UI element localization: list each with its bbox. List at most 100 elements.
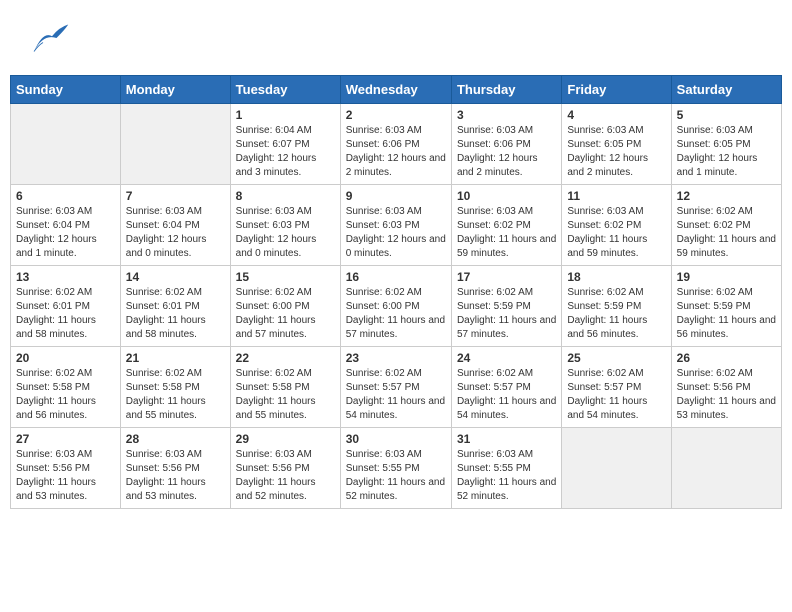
day-info: Sunrise: 6:03 AM Sunset: 6:04 PM Dayligh… [16, 205, 115, 261]
day-info: Sunrise: 6:03 AM Sunset: 6:03 PM Dayligh… [346, 205, 446, 261]
calendar-cell: 16Sunrise: 6:02 AM Sunset: 6:00 PM Dayli… [340, 266, 451, 347]
day-info: Sunrise: 6:03 AM Sunset: 5:56 PM Dayligh… [236, 448, 335, 504]
day-info: Sunrise: 6:02 AM Sunset: 6:00 PM Dayligh… [346, 286, 446, 342]
day-info: Sunrise: 6:03 AM Sunset: 6:02 PM Dayligh… [567, 205, 665, 261]
day-info: Sunrise: 6:02 AM Sunset: 5:56 PM Dayligh… [677, 367, 776, 423]
day-number: 8 [236, 189, 335, 203]
day-number: 25 [567, 351, 665, 365]
weekday-header-tuesday: Tuesday [230, 76, 340, 104]
day-number: 5 [677, 108, 776, 122]
day-number: 29 [236, 432, 335, 446]
weekday-header-sunday: Sunday [11, 76, 121, 104]
calendar-cell: 28 Sunrise: 6:03 AM Sunset: 5:56 PM Dayli… [120, 428, 230, 509]
day-number: 24 [457, 351, 556, 365]
calendar-cell [11, 104, 121, 185]
weekday-header-wednesday: Wednesday [340, 76, 451, 104]
day-info: Sunrise: 6:03 AM Sunset: 6:05 PM Dayligh… [567, 124, 665, 180]
calendar-week-4: 20Sunrise: 6:02 AM Sunset: 5:58 PM Dayli… [11, 347, 782, 428]
day-number: 6 [16, 189, 115, 203]
day-info: Sunrise: 6:03 AM Sunset: 5:56 PM Dayligh… [126, 448, 225, 504]
day-info: Sunrise: 6:02 AM Sunset: 6:02 PM Dayligh… [677, 205, 776, 261]
calendar-cell: 31 Sunrise: 6:03 AM Sunset: 5:55 PM Dayli… [451, 428, 561, 509]
day-info: Sunrise: 6:02 AM Sunset: 5:58 PM Dayligh… [236, 367, 335, 423]
day-number: 17 [457, 270, 556, 284]
weekday-header-saturday: Saturday [671, 76, 781, 104]
logo [25, 20, 74, 65]
day-info: Sunrise: 6:02 AM Sunset: 5:58 PM Dayligh… [126, 367, 225, 423]
calendar-cell: 25Sunrise: 6:02 AM Sunset: 5:57 PM Dayli… [562, 347, 671, 428]
day-number: 2 [346, 108, 446, 122]
day-number: 28 [126, 432, 225, 446]
calendar-cell: 30 Sunrise: 6:03 AM Sunset: 5:55 PM Dayli… [340, 428, 451, 509]
day-number: 14 [126, 270, 225, 284]
calendar-cell: 4 Sunrise: 6:03 AM Sunset: 6:05 PM Daylig… [562, 104, 671, 185]
day-number: 3 [457, 108, 556, 122]
day-info: Sunrise: 6:03 AM Sunset: 6:06 PM Dayligh… [457, 124, 556, 180]
calendar-table: SundayMondayTuesdayWednesdayThursdayFrid… [10, 75, 782, 509]
logo-icon [25, 20, 70, 65]
calendar-cell: 6 Sunrise: 6:03 AM Sunset: 6:04 PM Daylig… [11, 185, 121, 266]
calendar-cell: 14 Sunrise: 6:02 AM Sunset: 6:01 PM Dayli… [120, 266, 230, 347]
calendar-cell [562, 428, 671, 509]
day-number: 23 [346, 351, 446, 365]
day-number: 13 [16, 270, 115, 284]
day-info: Sunrise: 6:02 AM Sunset: 5:57 PM Dayligh… [457, 367, 556, 423]
day-number: 31 [457, 432, 556, 446]
day-info: Sunrise: 6:03 AM Sunset: 6:04 PM Dayligh… [126, 205, 225, 261]
day-info: Sunrise: 6:02 AM Sunset: 6:00 PM Dayligh… [236, 286, 335, 342]
day-number: 10 [457, 189, 556, 203]
calendar-cell: 18 Sunrise: 6:02 AM Sunset: 5:59 PM Dayli… [562, 266, 671, 347]
calendar-cell: 19Sunrise: 6:02 AM Sunset: 5:59 PM Dayli… [671, 266, 781, 347]
calendar-cell [671, 428, 781, 509]
day-info: Sunrise: 6:02 AM Sunset: 6:01 PM Dayligh… [16, 286, 115, 342]
day-number: 4 [567, 108, 665, 122]
day-number: 15 [236, 270, 335, 284]
day-info: Sunrise: 6:03 AM Sunset: 5:55 PM Dayligh… [457, 448, 556, 504]
day-number: 22 [236, 351, 335, 365]
calendar-cell [120, 104, 230, 185]
day-info: Sunrise: 6:02 AM Sunset: 5:59 PM Dayligh… [567, 286, 665, 342]
calendar-cell: 11 Sunrise: 6:03 AM Sunset: 6:02 PM Dayli… [562, 185, 671, 266]
calendar-cell: 3 Sunrise: 6:03 AM Sunset: 6:06 PM Daylig… [451, 104, 561, 185]
day-number: 11 [567, 189, 665, 203]
calendar-cell: 21 Sunrise: 6:02 AM Sunset: 5:58 PM Dayli… [120, 347, 230, 428]
calendar-cell: 12 Sunrise: 6:02 AM Sunset: 6:02 PM Dayli… [671, 185, 781, 266]
day-info: Sunrise: 6:03 AM Sunset: 6:05 PM Dayligh… [677, 124, 776, 180]
calendar-week-5: 27 Sunrise: 6:03 AM Sunset: 5:56 PM Dayli… [11, 428, 782, 509]
day-info: Sunrise: 6:03 AM Sunset: 5:55 PM Dayligh… [346, 448, 446, 504]
day-number: 9 [346, 189, 446, 203]
calendar-cell: 10 Sunrise: 6:03 AM Sunset: 6:02 PM Dayli… [451, 185, 561, 266]
calendar-cell: 27Sunrise: 6:03 AM Sunset: 5:56 PM Dayli… [11, 428, 121, 509]
calendar-cell: 15 Sunrise: 6:02 AM Sunset: 6:00 PM Dayli… [230, 266, 340, 347]
day-info: Sunrise: 6:04 AM Sunset: 6:07 PM Dayligh… [236, 124, 335, 180]
day-info: Sunrise: 6:03 AM Sunset: 6:02 PM Dayligh… [457, 205, 556, 261]
day-number: 7 [126, 189, 225, 203]
calendar-week-3: 13 Sunrise: 6:02 AM Sunset: 6:01 PM Dayli… [11, 266, 782, 347]
calendar-cell: 2 Sunrise: 6:03 AM Sunset: 6:06 PM Daylig… [340, 104, 451, 185]
calendar-cell: 24 Sunrise: 6:02 AM Sunset: 5:57 PM Dayli… [451, 347, 561, 428]
day-info: Sunrise: 6:02 AM Sunset: 6:01 PM Dayligh… [126, 286, 225, 342]
weekday-header-thursday: Thursday [451, 76, 561, 104]
day-number: 12 [677, 189, 776, 203]
calendar-cell: 9 Sunrise: 6:03 AM Sunset: 6:03 PM Daylig… [340, 185, 451, 266]
calendar-cell: 13 Sunrise: 6:02 AM Sunset: 6:01 PM Dayli… [11, 266, 121, 347]
calendar-header-row: SundayMondayTuesdayWednesdayThursdayFrid… [11, 76, 782, 104]
calendar-cell: 20Sunrise: 6:02 AM Sunset: 5:58 PM Dayli… [11, 347, 121, 428]
calendar-cell: 29 Sunrise: 6:03 AM Sunset: 5:56 PM Dayli… [230, 428, 340, 509]
calendar-cell: 1Sunrise: 6:04 AM Sunset: 6:07 PM Daylig… [230, 104, 340, 185]
calendar-cell: 8 Sunrise: 6:03 AM Sunset: 6:03 PM Daylig… [230, 185, 340, 266]
page-header [10, 10, 782, 70]
calendar-cell: 7 Sunrise: 6:03 AM Sunset: 6:04 PM Daylig… [120, 185, 230, 266]
calendar-cell: 26Sunrise: 6:02 AM Sunset: 5:56 PM Dayli… [671, 347, 781, 428]
weekday-header-friday: Friday [562, 76, 671, 104]
day-info: Sunrise: 6:03 AM Sunset: 6:06 PM Dayligh… [346, 124, 446, 180]
calendar-cell: 5 Sunrise: 6:03 AM Sunset: 6:05 PM Daylig… [671, 104, 781, 185]
day-number: 21 [126, 351, 225, 365]
calendar-cell: 17 Sunrise: 6:02 AM Sunset: 5:59 PM Dayli… [451, 266, 561, 347]
day-number: 27 [16, 432, 115, 446]
day-info: Sunrise: 6:02 AM Sunset: 5:59 PM Dayligh… [457, 286, 556, 342]
day-number: 30 [346, 432, 446, 446]
calendar-week-2: 6 Sunrise: 6:03 AM Sunset: 6:04 PM Daylig… [11, 185, 782, 266]
day-number: 18 [567, 270, 665, 284]
day-info: Sunrise: 6:03 AM Sunset: 6:03 PM Dayligh… [236, 205, 335, 261]
